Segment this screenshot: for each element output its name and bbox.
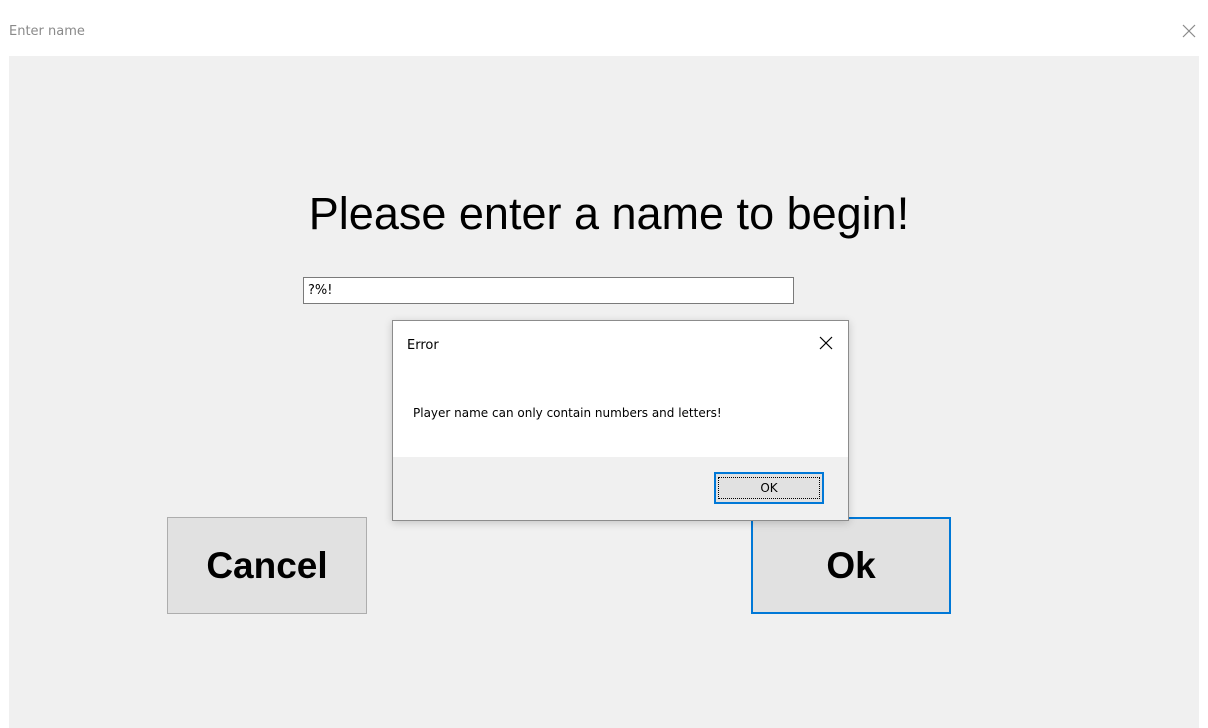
close-icon[interactable] [1180, 22, 1198, 40]
error-message: Player name can only contain numbers and… [413, 406, 722, 420]
page-title: Please enter a name to begin! [308, 188, 910, 239]
title-bar: Enter name [0, 0, 1208, 56]
error-dialog-body: Error Player name can only contain numbe… [393, 321, 848, 457]
error-dialog: Error Player name can only contain numbe… [392, 320, 849, 521]
enter-name-window: Enter name Please enter a name to begin!… [0, 0, 1208, 728]
window-title: Enter name [9, 24, 85, 39]
error-ok-label: OK [718, 477, 820, 499]
player-name-input[interactable] [303, 277, 794, 304]
cancel-button[interactable]: Cancel [167, 517, 367, 614]
error-dialog-title: Error [407, 338, 439, 353]
ok-button[interactable]: Ok [751, 517, 951, 614]
close-icon[interactable] [817, 334, 835, 352]
error-ok-button[interactable]: OK [714, 472, 824, 504]
